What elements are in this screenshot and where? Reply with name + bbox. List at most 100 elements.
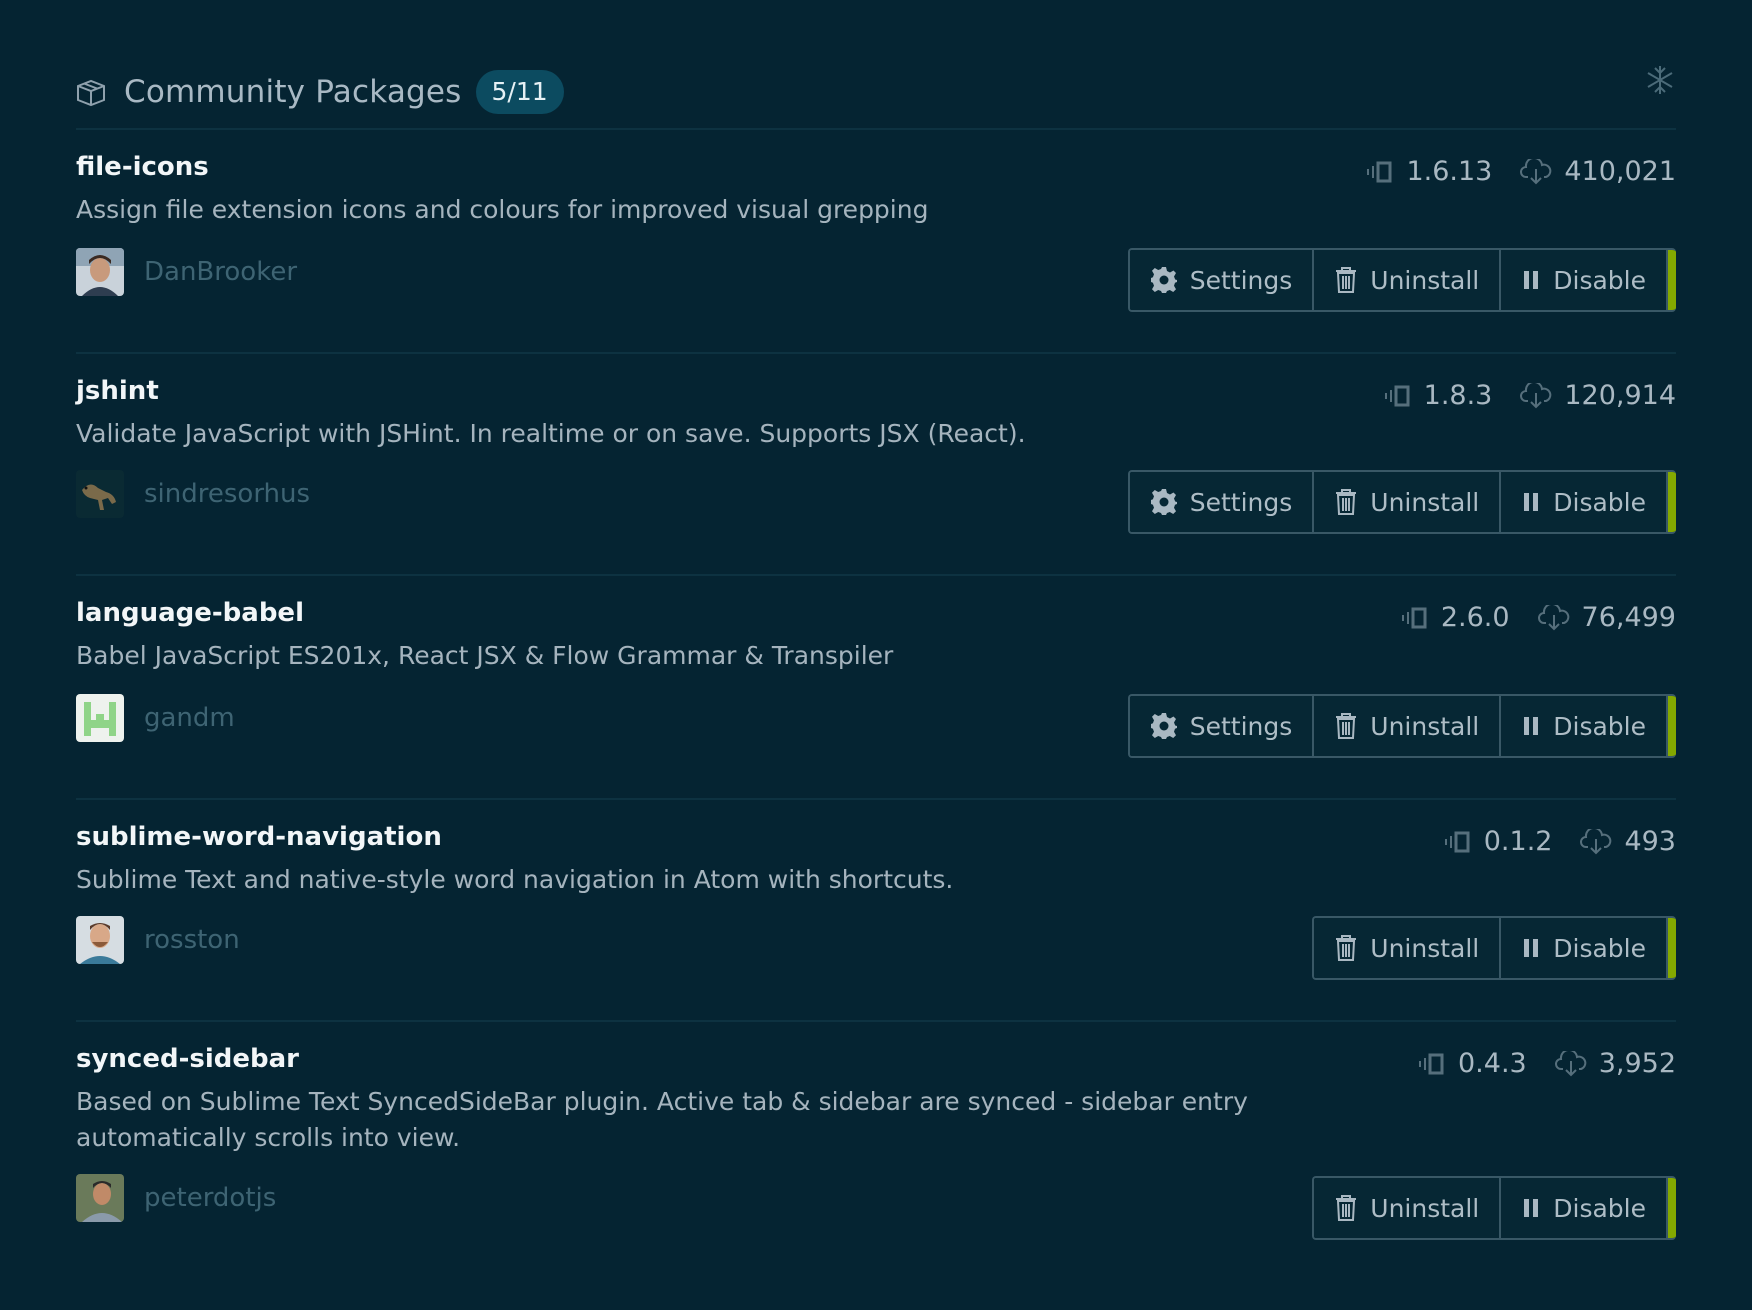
uninstall-label: Uninstall (1370, 487, 1480, 517)
package-version: 1.8.3 (1423, 380, 1493, 411)
package-actions: Uninstall Disable (1312, 1176, 1676, 1240)
owner-avatar[interactable] (76, 248, 124, 296)
package-card[interactable]: language-babel 2.6.0 76,499 Babel JavaSc… (76, 598, 1676, 798)
package-owner[interactable]: sindresorhus (76, 470, 310, 518)
disable-button[interactable]: Disable (1501, 696, 1668, 756)
disable-label: Disable (1553, 487, 1646, 517)
owner-avatar[interactable] (76, 470, 124, 518)
package-actions: Settings Uninstall Disable (1127, 248, 1676, 312)
owner-name[interactable]: peterdotjs (144, 1183, 276, 1213)
package-version: 2.6.0 (1440, 602, 1510, 633)
cloud-download-icon (1537, 604, 1569, 630)
disable-button[interactable]: Disable (1501, 918, 1668, 978)
disable-label: Disable (1553, 265, 1646, 295)
package-meta: 0.1.2 493 (1416, 826, 1676, 857)
package-meta: 1.8.3 120,914 (1356, 380, 1676, 411)
divider (76, 1020, 1676, 1022)
disable-label: Disable (1553, 933, 1646, 963)
settings-button[interactable]: Settings (1129, 250, 1315, 310)
package-name[interactable]: synced-sidebar (76, 1044, 299, 1074)
package-meta: 2.6.0 76,499 (1373, 602, 1676, 633)
section-header: Community Packages 5/11 (76, 58, 1676, 126)
settings-label: Settings (1189, 487, 1293, 517)
enabled-status-indicator (1668, 250, 1676, 310)
uninstall-button[interactable]: Uninstall (1314, 918, 1502, 978)
package-count-badge: 5/11 (475, 70, 564, 114)
package-downloads: 76,499 (1581, 602, 1676, 633)
uninstall-button[interactable]: Uninstall (1314, 250, 1502, 310)
uninstall-button[interactable]: Uninstall (1314, 696, 1502, 756)
uninstall-label: Uninstall (1370, 1193, 1480, 1223)
trashcan-icon (1336, 489, 1357, 515)
cloud-download-icon (1580, 828, 1612, 854)
gear-icon (1150, 713, 1177, 739)
owner-name[interactable]: rosston (144, 925, 240, 955)
section-title: Community Packages (124, 74, 462, 110)
pause-icon (1524, 939, 1539, 957)
cloud-download-icon (1520, 158, 1552, 184)
disable-label: Disable (1553, 1193, 1646, 1223)
settings-label: Settings (1189, 265, 1293, 295)
cloud-download-icon (1520, 382, 1552, 408)
package-card[interactable]: sublime-word-navigation 0.1.2 493 Sublim… (76, 822, 1676, 1022)
package-card[interactable]: file-icons 1.6.13 410,021 Assign file ex… (76, 152, 1676, 352)
package-downloads: 493 (1624, 826, 1676, 857)
package-owner[interactable]: DanBrooker (76, 248, 297, 296)
package-actions: Uninstall Disable (1312, 916, 1676, 980)
package-description: Babel JavaScript ES201x, React JSX & Flo… (76, 641, 894, 670)
enabled-status-indicator (1668, 918, 1676, 978)
pause-icon (1524, 1199, 1539, 1217)
enabled-status-indicator (1668, 1178, 1676, 1238)
package-meta: 0.4.3 3,952 (1390, 1048, 1676, 1079)
versions-icon (1401, 607, 1427, 628)
gear-icon (1150, 267, 1177, 293)
package-description: Assign file extension icons and colours … (76, 195, 929, 224)
settings-label: Settings (1189, 711, 1293, 741)
package-downloads: 120,914 (1564, 380, 1676, 411)
package-owner[interactable]: peterdotjs (76, 1174, 276, 1222)
trashcan-icon (1336, 713, 1357, 739)
enabled-status-indicator (1668, 696, 1676, 756)
package-description: Based on Sublime Text SyncedSideBar plug… (76, 1087, 1248, 1152)
pause-icon (1524, 493, 1539, 511)
package-owner[interactable]: rosston (76, 916, 240, 964)
divider (76, 574, 1676, 576)
disable-button[interactable]: Disable (1501, 472, 1668, 532)
owner-avatar[interactable] (76, 1174, 124, 1222)
package-owner[interactable]: gandm (76, 694, 235, 742)
package-name[interactable]: sublime-word-navigation (76, 822, 442, 852)
uninstall-button[interactable]: Uninstall (1314, 1178, 1502, 1238)
package-downloads: 410,021 (1564, 156, 1676, 187)
disable-button[interactable]: Disable (1501, 250, 1668, 310)
trashcan-icon (1336, 935, 1357, 961)
owner-name[interactable]: sindresorhus (144, 479, 310, 509)
cloud-download-icon (1554, 1050, 1587, 1076)
package-version: 1.6.13 (1406, 156, 1493, 187)
versions-icon (1367, 161, 1392, 182)
settings-button[interactable]: Settings (1129, 696, 1315, 756)
owner-avatar[interactable] (76, 916, 124, 964)
package-card[interactable]: synced-sidebar 0.4.3 3,952 Based on Subl… (76, 1044, 1676, 1284)
collapse-icon[interactable] (1644, 64, 1676, 96)
package-version: 0.4.3 (1458, 1048, 1527, 1079)
community-packages-panel: Community Packages 5/11 file-icons 1.6.1… (0, 0, 1752, 1310)
divider (76, 798, 1676, 800)
package-name[interactable]: language-babel (76, 598, 304, 628)
package-actions: Settings Uninstall Disable (1127, 470, 1676, 534)
enabled-status-indicator (1668, 472, 1676, 532)
settings-button[interactable]: Settings (1129, 472, 1315, 532)
divider (76, 128, 1676, 130)
package-card[interactable]: jshint 1.8.3 120,914 Validate JavaScript… (76, 376, 1676, 576)
divider (76, 352, 1676, 354)
package-icon (77, 79, 105, 107)
trashcan-icon (1336, 1195, 1357, 1221)
owner-name[interactable]: DanBrooker (144, 257, 297, 287)
package-name[interactable]: file-icons (76, 152, 209, 182)
uninstall-button[interactable]: Uninstall (1314, 472, 1502, 532)
package-description: Validate JavaScript with JSHint. In real… (76, 419, 1026, 448)
package-name[interactable]: jshint (76, 376, 159, 406)
owner-name[interactable]: gandm (144, 703, 235, 733)
owner-avatar[interactable] (76, 694, 124, 742)
package-version: 0.1.2 (1483, 826, 1553, 857)
disable-button[interactable]: Disable (1501, 1178, 1668, 1238)
